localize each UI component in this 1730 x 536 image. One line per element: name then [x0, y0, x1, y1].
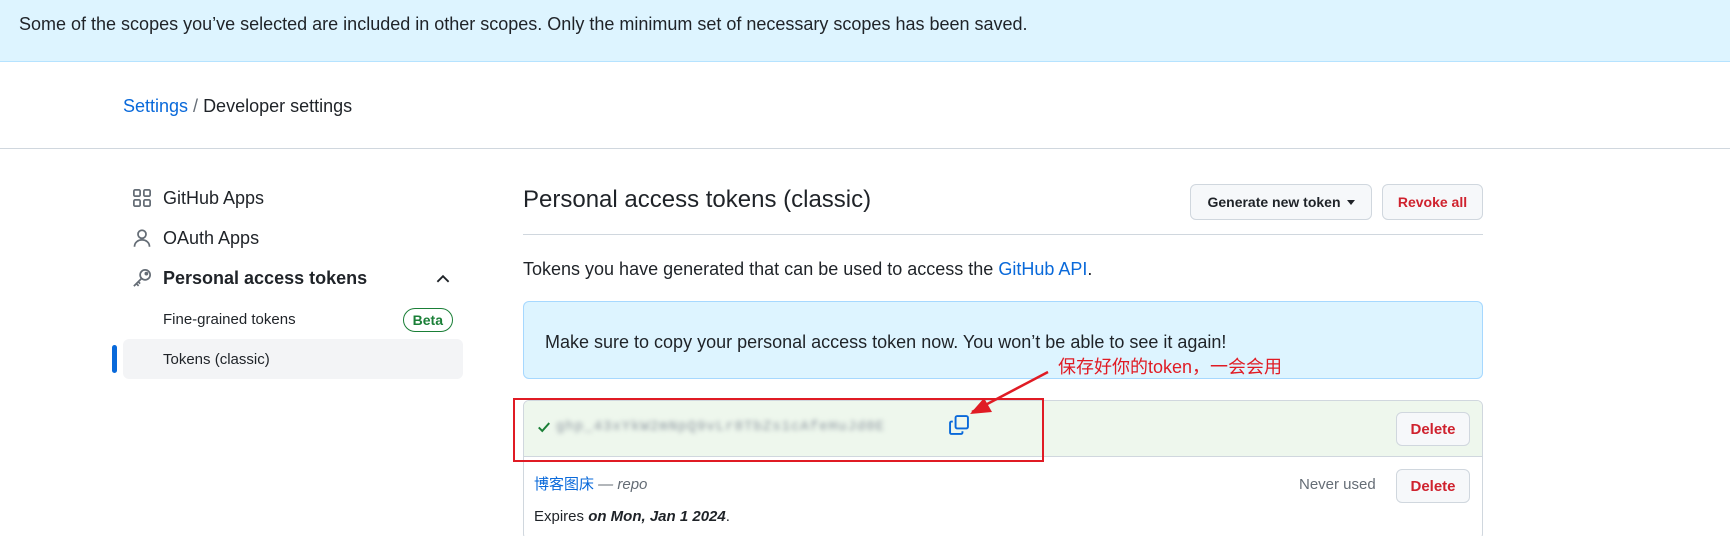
breadcrumb-settings-link[interactable]: Settings	[123, 96, 188, 116]
expires-prefix: Expires	[534, 508, 589, 525]
sidebar-subitem-label: Fine-grained tokens	[163, 310, 296, 328]
apps-icon	[132, 188, 152, 208]
active-indicator	[112, 345, 117, 373]
page-title: Personal access tokens (classic)	[523, 186, 872, 213]
sidebar-item-github-apps[interactable]: GitHub Apps	[132, 183, 264, 213]
breadcrumb-current: Developer settings	[203, 96, 353, 116]
delete-token-button[interactable]: Delete	[1396, 469, 1470, 503]
header-divider	[0, 148, 1730, 149]
sidebar-item-label: GitHub Apps	[163, 187, 265, 208]
annotation-label: 保存好你的token，一会会用	[1058, 357, 1283, 377]
breadcrumb: Settings / Developer settings	[123, 95, 352, 117]
token-scope: repo	[617, 476, 648, 493]
generate-new-token-button[interactable]: Generate new token	[1190, 184, 1372, 220]
expires-suffix: .	[725, 508, 730, 525]
chevron-up-icon[interactable]	[434, 270, 452, 288]
last-used-status: Never used	[1299, 476, 1376, 493]
sidebar-subitem-fine-grained-tokens[interactable]: Fine-grained tokens Beta	[123, 299, 463, 339]
annotation-arrow-icon	[970, 370, 1049, 414]
breadcrumb-separator: /	[193, 96, 199, 116]
flash-message: Some of the scopes you’ve selected are i…	[19, 14, 1028, 34]
token-scope-separator: —	[594, 476, 618, 493]
token-expiration: Expires on Mon, Jan 1 2024.	[534, 507, 730, 527]
sidebar-item-label: Personal access tokens	[163, 267, 368, 288]
token-name-link[interactable]: 博客图床	[534, 476, 594, 493]
intro-prefix: Tokens you have generated that can be us…	[523, 259, 999, 279]
generate-new-token-label: Generate new token	[1207, 194, 1341, 210]
intro-suffix: .	[1087, 259, 1093, 279]
revoke-all-button[interactable]: Revoke all	[1382, 184, 1483, 220]
person-icon	[132, 228, 152, 248]
caret-down-icon	[1346, 199, 1355, 205]
expires-date: on Mon, Jan 1 2024	[588, 508, 726, 525]
sidebar-item-oauth-apps[interactable]: OAuth Apps	[132, 223, 259, 253]
sidebar-item-personal-access-tokens[interactable]: Personal access tokens	[132, 263, 367, 293]
title-divider	[523, 234, 1483, 235]
sidebar-subitem-tokens-classic[interactable]: Tokens (classic)	[123, 339, 463, 379]
notice-text: Make sure to copy your personal access t…	[545, 332, 1227, 352]
flash-banner: Some of the scopes you’ve selected are i…	[0, 0, 1730, 62]
token-name-line: 博客图床 — repo	[534, 475, 647, 495]
token-list-item: 博客图床 — repo Never used Delete Expires on…	[524, 457, 1482, 536]
beta-badge: Beta	[402, 308, 453, 332]
intro-text: Tokens you have generated that can be us…	[523, 258, 1092, 280]
sidebar-item-label: OAuth Apps	[163, 227, 260, 248]
delete-new-token-button[interactable]: Delete	[1396, 412, 1470, 446]
key-icon	[132, 268, 152, 288]
github-api-link[interactable]: GitHub API	[998, 259, 1087, 279]
sidebar-subitem-label: Tokens (classic)	[163, 350, 270, 368]
